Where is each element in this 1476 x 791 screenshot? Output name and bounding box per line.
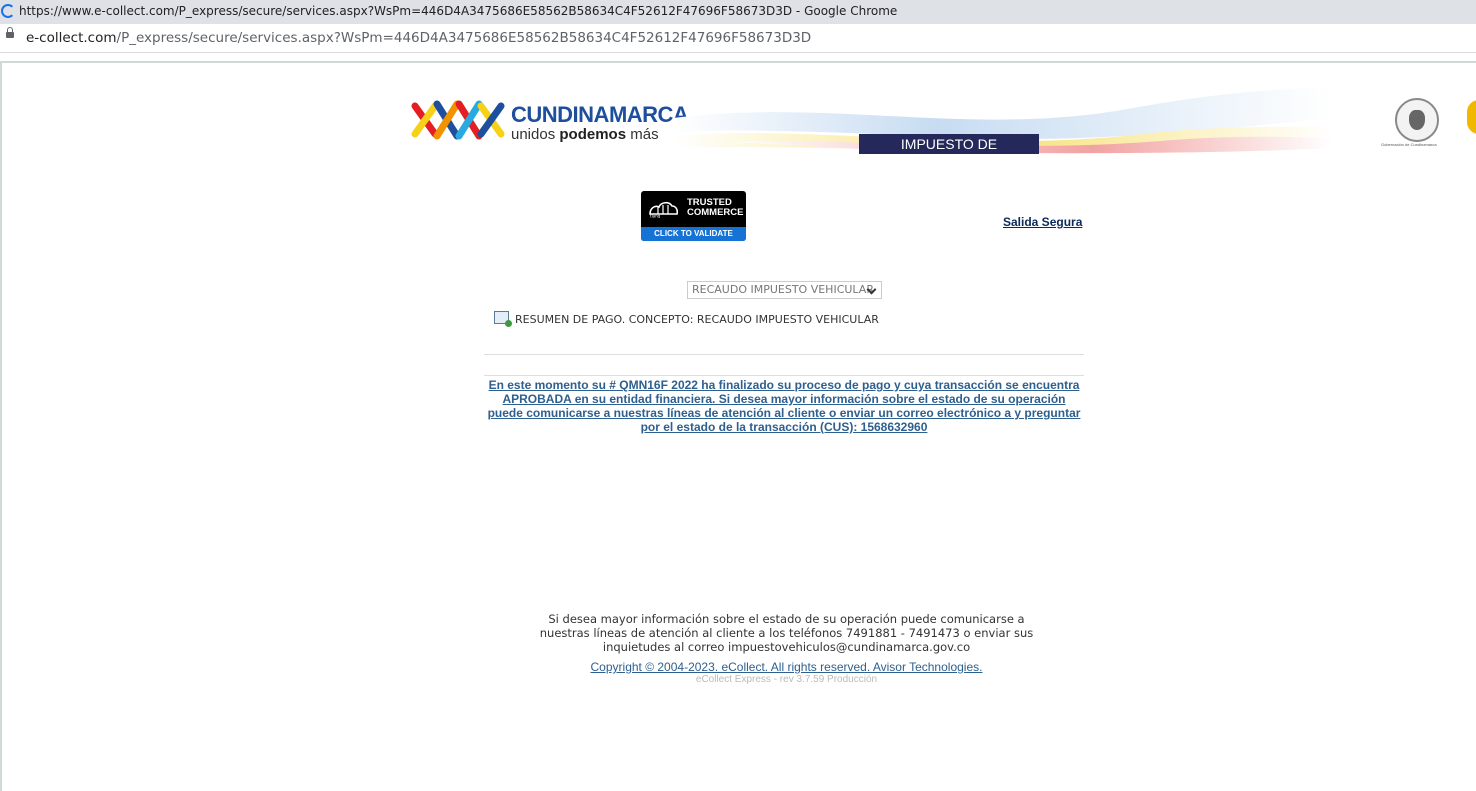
- lock-icon[interactable]: [6, 27, 14, 38]
- logout-link[interactable]: Salida Segura: [1003, 215, 1082, 229]
- browser-title-bar: https://www.e-collect.com/P_express/secu…: [0, 0, 1476, 24]
- trusted-commerce-badge[interactable]: tlang TRUSTED COMMERCE CLICK TO VALIDATE: [641, 191, 746, 241]
- brand-name: CUNDINAMARCA: [511, 102, 689, 127]
- brand-slogan: unidos podemos más: [511, 126, 659, 143]
- impuesto-band-label: IMPUESTO DE VEHÍCULOS: [859, 134, 1039, 172]
- payment-summary-label: RESUMEN DE PAGO. CONCEPTO: RECAUDO IMPUE…: [515, 313, 879, 326]
- trusted-text: TRUSTED COMMERCE: [687, 197, 744, 218]
- click-to-validate[interactable]: CLICK TO VALIDATE: [641, 227, 746, 241]
- seal-caption: Gobernación de Cundinamarca: [1381, 142, 1437, 147]
- url-field[interactable]: e-collect.com/P_express/secure/services.…: [26, 30, 811, 46]
- service-select[interactable]: RECAUDO IMPUESTO VEHICULAR: [687, 281, 882, 299]
- divider-top: [484, 354, 1084, 355]
- transaction-status-message[interactable]: En este momento su # QMN16F 2022 ha fina…: [484, 378, 1084, 434]
- summary-icon: [494, 311, 512, 327]
- gobernacion-seal-icon: [1395, 98, 1439, 142]
- service-select-value: RECAUDO IMPUESTO VEHICULAR: [692, 283, 874, 296]
- svg-text:tlang: tlang: [650, 214, 661, 219]
- partial-emblem-icon: [1467, 100, 1476, 134]
- address-bar[interactable]: e-collect.com/P_express/secure/services.…: [0, 24, 1476, 53]
- footer-contact-info: Si desea mayor información sobre el esta…: [539, 612, 1034, 654]
- divider-bottom: [484, 375, 1084, 376]
- version-info: eCollect Express - rev 3.7.59 Producción: [695, 674, 878, 685]
- url-path: /P_express/secure/services.aspx?WsPm=446…: [116, 30, 812, 46]
- url-domain: e-collect.com: [26, 30, 117, 46]
- loading-spinner-icon: [1, 4, 15, 18]
- cundinamarca-logo-icon: [411, 100, 505, 140]
- copyright-link[interactable]: Copyright © 2004-2023. eCollect. All rig…: [535, 660, 1038, 674]
- header-banner: CUNDINAMARCA unidos podemos más IMPUESTO…: [405, 88, 1476, 172]
- trusted-cloud-icon: tlang: [649, 201, 679, 219]
- window-title: https://www.e-collect.com/P_express/secu…: [19, 4, 898, 18]
